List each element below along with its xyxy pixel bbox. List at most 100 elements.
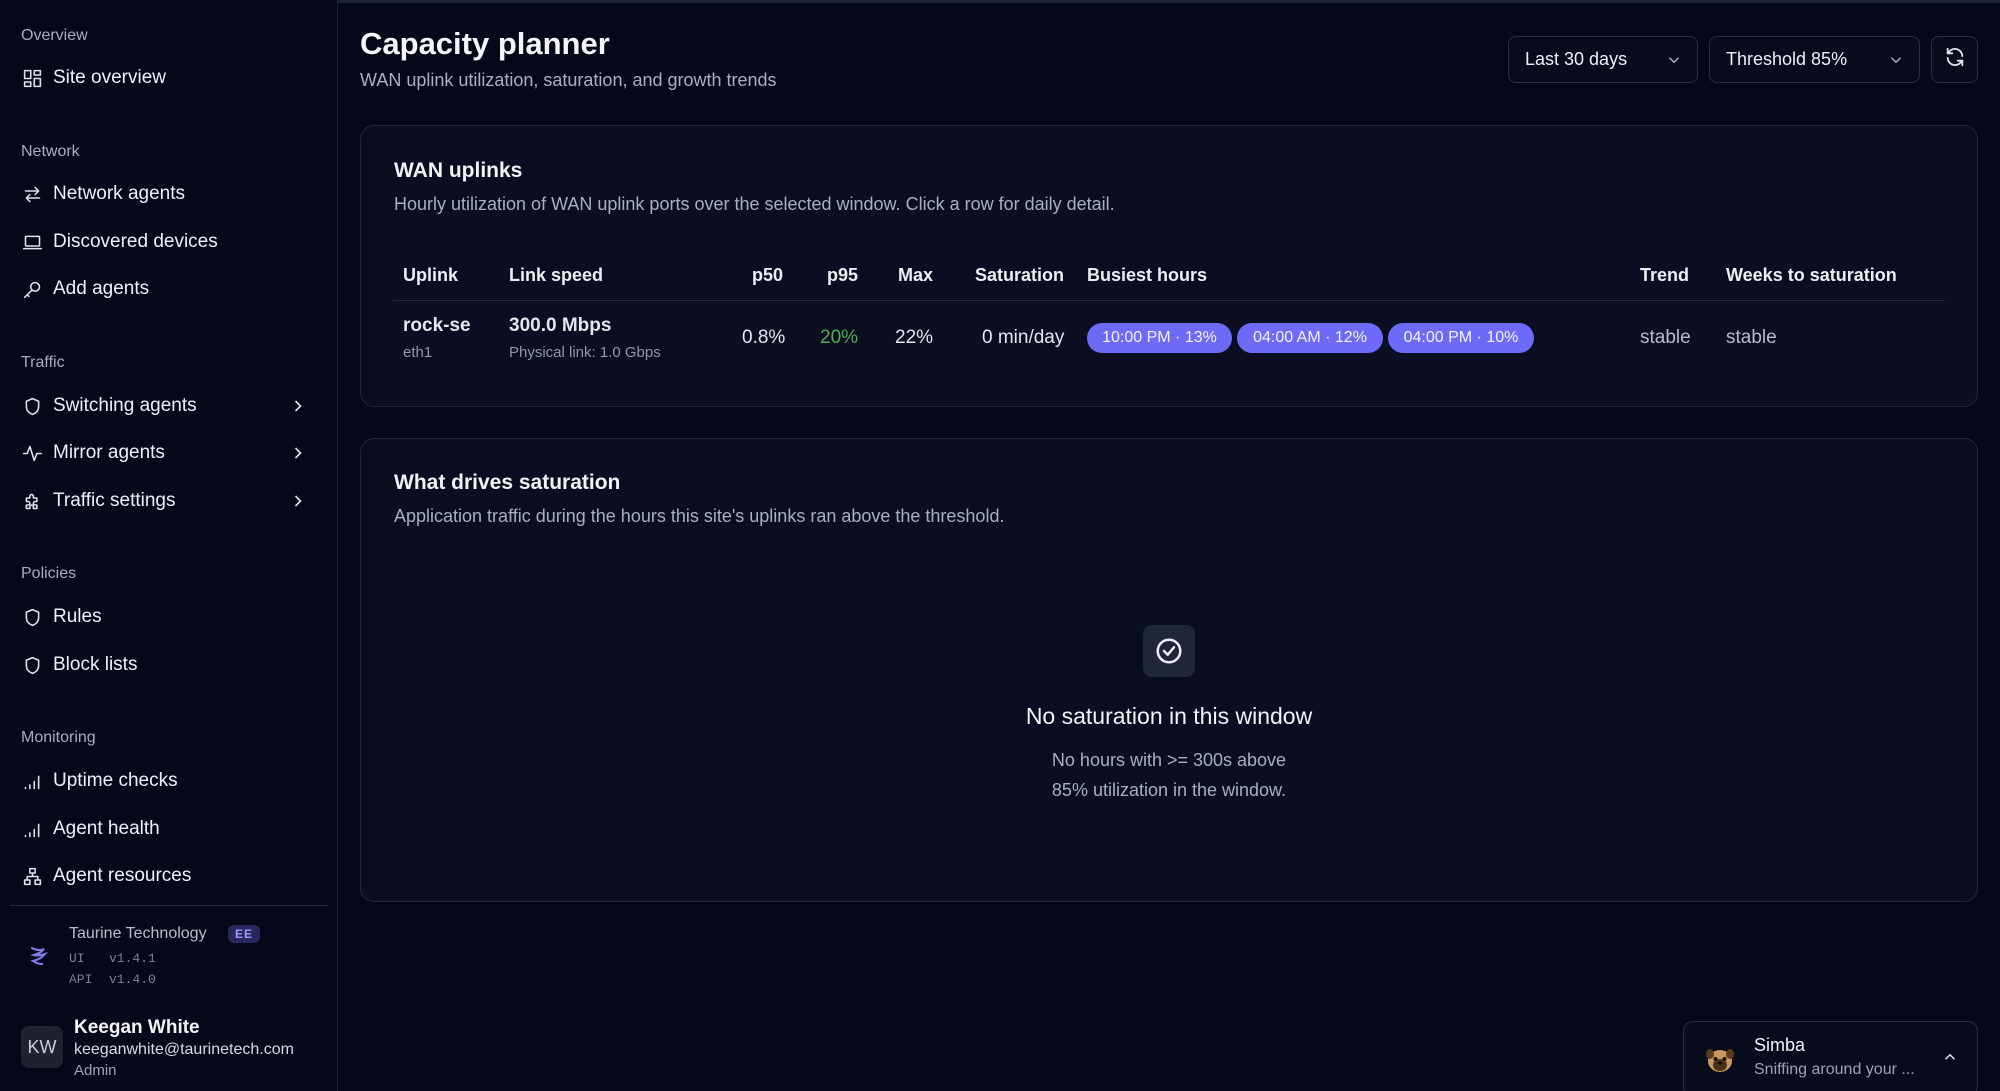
sidebar-item-site-overview[interactable]: Site overview [10, 57, 322, 99]
chevron-right-icon [288, 491, 308, 511]
chevron-down-icon [1665, 51, 1683, 69]
arrows-swap-icon [21, 183, 43, 205]
edition-badge: EE [228, 925, 261, 943]
taurine-logo-icon [28, 944, 50, 970]
sidebar-item-add-agents[interactable]: Add agents [10, 268, 322, 310]
sidebar-item-block-lists[interactable]: Block lists [10, 644, 322, 686]
assistant-status: Sniffing around your ... [1754, 1061, 1915, 1078]
col-header-weeks-to-saturation: Weeks to saturation [1726, 265, 1897, 285]
ui-version: v1.4.1 [109, 951, 156, 966]
sidebar-divider [10, 905, 328, 906]
avatar: KW [21, 1026, 63, 1068]
empty-state-title: No saturation in this window [1025, 703, 1313, 729]
busiest-hour-pill[interactable]: 04:00 PM · 10% [1388, 323, 1534, 353]
puzzle-icon [21, 490, 43, 512]
table-header-divider [393, 300, 1945, 301]
dashboard-grid-icon [21, 67, 43, 89]
refresh-button[interactable] [1931, 36, 1978, 83]
chevron-right-icon [288, 396, 308, 416]
sidebar-item-label: Rules [53, 606, 102, 627]
page-title: Capacity planner [360, 26, 610, 61]
col-header-trend: Trend [1640, 265, 1690, 285]
sidebar-item-mirror-agents[interactable]: Mirror agents [10, 432, 322, 474]
empty-state-line-1: No hours with >= 300s above [1051, 750, 1287, 770]
sidebar: Overview Site overview Network Network a… [0, 0, 338, 1091]
sidebar-item-label: Traffic settings [53, 490, 176, 511]
time-range-select[interactable]: Last 30 days [1508, 36, 1698, 83]
sidebar-item-label: Discovered devices [53, 231, 218, 252]
sidebar-item-traffic-settings[interactable]: Traffic settings [10, 480, 322, 522]
trend-value: stable [1640, 327, 1691, 348]
sidebar-item-rules[interactable]: Rules [10, 596, 322, 638]
user-profile[interactable]: KW Keegan White keeganwhite@taurinetech.… [21, 1016, 331, 1086]
uplink-name: rock-se [403, 315, 471, 336]
nav-group-overview: Overview [21, 27, 88, 44]
saturation-value: 0 min/day [982, 327, 1065, 348]
sidebar-item-uptime-checks[interactable]: Uptime checks [10, 760, 322, 802]
chevron-right-icon [288, 443, 308, 463]
sidebar-item-switching-agents[interactable]: Switching agents [10, 385, 322, 427]
page-subtitle: WAN uplink utilization, saturation, and … [360, 70, 777, 90]
key-icon [21, 278, 43, 300]
refresh-icon [1944, 46, 1966, 73]
sidebar-item-label: Agent health [53, 818, 160, 839]
signal-bars-icon [21, 770, 43, 792]
col-header-saturation: Saturation [975, 265, 1065, 285]
nav-group-policies: Policies [21, 565, 77, 582]
laptop-icon [21, 231, 43, 253]
time-range-value: Last 30 days [1525, 49, 1628, 69]
shield-icon [21, 606, 43, 628]
user-role: Admin [74, 1062, 117, 1079]
drivers-card-subtitle: Application traffic during the hours thi… [394, 506, 1005, 526]
check-circle-icon [1143, 625, 1195, 677]
sidebar-item-agent-health[interactable]: Agent health [10, 808, 322, 850]
sidebar-item-label: Add agents [53, 278, 150, 299]
api-version: v1.4.0 [109, 972, 156, 987]
network-tree-icon [21, 865, 43, 887]
sidebar-item-label: Site overview [53, 67, 166, 88]
assistant-name: Simba [1754, 1035, 1806, 1055]
sidebar-item-label: Block lists [53, 654, 138, 675]
p50-value: 0.8% [742, 327, 786, 348]
sidebar-item-label: Uptime checks [53, 770, 178, 791]
col-header-link-speed: Link speed [509, 265, 604, 285]
nav-group-network: Network [21, 143, 80, 160]
ui-version-label: UI [69, 951, 85, 966]
sidebar-item-label: Mirror agents [53, 442, 165, 463]
sidebar-item-agent-resources[interactable]: Agent resources [10, 855, 322, 897]
busiest-hour-pill[interactable]: 04:00 AM · 12% [1237, 323, 1383, 353]
nav-group-traffic: Traffic [21, 354, 65, 371]
col-header-p50: p50 [752, 265, 784, 285]
sidebar-item-label: Network agents [53, 183, 186, 204]
threshold-value: Threshold 85% [1726, 49, 1848, 69]
link-speed: 300.0 Mbps [509, 315, 612, 336]
nav-group-monitoring: Monitoring [21, 729, 96, 746]
pug-avatar-icon [1705, 1045, 1735, 1075]
max-value: 22% [895, 327, 934, 348]
busiest-hour-pill[interactable]: 10:00 PM · 13% [1087, 323, 1232, 353]
ui-version-row: UI v1.4.1 [69, 951, 156, 966]
sidebar-item-label: Switching agents [53, 395, 197, 416]
org-info: Taurine Technology EE UI v1.4.1 API v1.4… [22, 922, 322, 992]
weeks-to-saturation-value: stable [1726, 327, 1777, 348]
empty-state-line-2: 85% utilization in the window. [1051, 780, 1287, 800]
user-email: keeganwhite@taurinetech.com [74, 1041, 294, 1058]
shield-icon [21, 395, 43, 417]
api-version-row: API v1.4.0 [69, 972, 156, 987]
wan-card-title: WAN uplinks [394, 159, 523, 182]
chevron-up-icon [1941, 1048, 1959, 1066]
chevron-down-icon [1887, 51, 1905, 69]
sidebar-item-discovered-devices[interactable]: Discovered devices [10, 221, 322, 263]
wan-card-subtitle: Hourly utilization of WAN uplink ports o… [394, 194, 1115, 214]
threshold-select[interactable]: Threshold 85% [1709, 36, 1920, 83]
col-header-uplink: Uplink [403, 265, 459, 285]
assistant-widget[interactable]: Simba Sniffing around your ... [1683, 1021, 1978, 1091]
sidebar-item-label: Agent resources [53, 865, 192, 886]
col-header-busiest-hours: Busiest hours [1087, 265, 1208, 285]
signal-bars-icon [21, 818, 43, 840]
user-name: Keegan White [74, 1017, 200, 1038]
sidebar-item-network-agents[interactable]: Network agents [10, 173, 322, 215]
col-header-max: Max [898, 265, 934, 285]
org-name: Taurine Technology [69, 925, 207, 942]
physical-link: Physical link: 1.0 Gbps [509, 344, 661, 361]
